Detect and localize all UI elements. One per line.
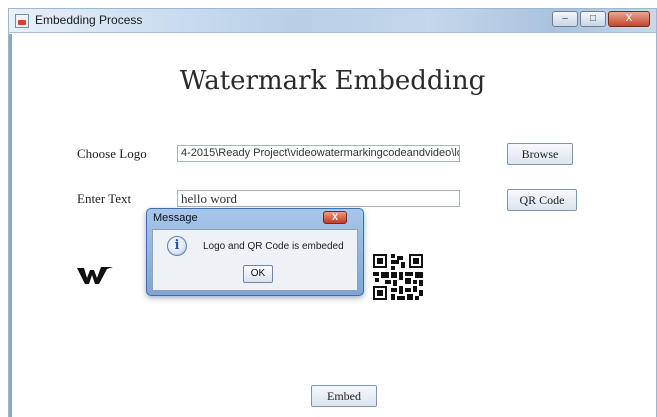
info-icon: i (167, 236, 187, 256)
logo-preview-image (77, 267, 113, 284)
message-dialog: Message X i Logo and QR Code is embeded … (146, 208, 364, 296)
minimize-button[interactable]: – (552, 11, 578, 27)
ok-button[interactable]: OK (243, 265, 273, 283)
text-input-field[interactable]: hello word (177, 190, 460, 207)
dialog-body: i Logo and QR Code is embeded OK (152, 229, 358, 291)
qr-code-button[interactable]: QR Code (507, 189, 577, 211)
close-button[interactable]: X (608, 11, 650, 27)
logo-path-field[interactable]: 4-2015\Ready Project\videowatermarkingco… (177, 145, 460, 162)
page-title: Watermark Embedding (179, 66, 486, 96)
java-app-icon (15, 14, 29, 28)
dialog-title: Message (153, 212, 198, 224)
dialog-message: Logo and QR Code is embeded (203, 241, 344, 252)
browse-button[interactable]: Browse (507, 143, 573, 165)
dialog-close-button[interactable]: X (323, 211, 347, 224)
window-title: Embedding Process (35, 13, 143, 27)
choose-logo-label: Choose Logo (77, 146, 147, 161)
qr-code-image (373, 254, 423, 300)
embed-button[interactable]: Embed (311, 385, 377, 407)
title-bar[interactable]: Embedding Process – □ X (9, 9, 656, 33)
window-controls: – □ X (552, 11, 650, 27)
maximize-button[interactable]: □ (580, 11, 606, 27)
enter-text-label: Enter Text (77, 191, 132, 206)
